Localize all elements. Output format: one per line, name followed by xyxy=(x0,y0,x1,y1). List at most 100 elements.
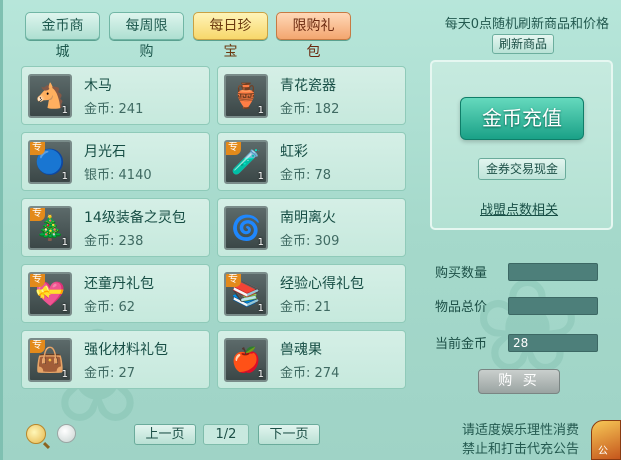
item-card[interactable]: 🎄 专 1 14级装备之灵包 金币: 238 xyxy=(21,198,210,257)
item-card[interactable]: 📚 专 1 经验心得礼包 金币: 21 xyxy=(217,264,406,323)
item-name: 青花瓷器 xyxy=(280,78,336,94)
page-indicator: 1/2 xyxy=(203,424,249,445)
item-slot: 🎄 专 1 xyxy=(28,206,72,250)
buy-quantity-field[interactable] xyxy=(508,263,598,281)
item-card[interactable]: 👜 专 1 强化材料礼包 金币: 27 xyxy=(21,330,210,389)
item-card[interactable]: 🌀 1 南明离火金币: 309 xyxy=(217,198,406,257)
item-slot: 📚 专 1 xyxy=(224,272,268,316)
tab-gold-mall[interactable]: 金币商城 xyxy=(25,12,100,60)
price-currency: 金币 xyxy=(280,366,307,381)
price-currency: 金币 xyxy=(280,300,307,315)
item-name: 月光石 xyxy=(84,144,126,160)
current-gold-field: 28 xyxy=(508,334,598,352)
announcement-emblem-label: 公 xyxy=(598,446,608,457)
item-name: 南明离火 xyxy=(280,210,336,226)
item-slot: 🐴 1 xyxy=(28,74,72,118)
magnifier-icon[interactable] xyxy=(26,424,46,444)
buy-button[interactable]: 购 买 xyxy=(478,369,560,394)
item-price: 金币: 78 xyxy=(280,164,331,183)
item-quantity: 1 xyxy=(61,369,68,380)
item-name: 经验心得礼包 xyxy=(280,276,364,292)
announcement-emblem-icon[interactable]: 公 xyxy=(591,420,621,460)
price-separator: : xyxy=(306,102,315,117)
shop-window: ❀ ❀ 金币商城 每周限购 每日珍宝 限购礼包 每天0点随机刷新商品和价格 刷新… xyxy=(0,0,621,460)
item-quantity: 1 xyxy=(257,237,264,248)
item-quantity: 1 xyxy=(257,105,264,116)
next-page-button[interactable]: 下一页 xyxy=(258,424,320,445)
prev-page-button[interactable]: 上一页 xyxy=(134,424,196,445)
exclusive-badge: 专 xyxy=(30,208,45,221)
item-quantity: 1 xyxy=(257,303,264,314)
price-separator: : xyxy=(306,168,315,183)
price-currency: 金币 xyxy=(280,102,307,117)
current-gold-label: 当前金币 xyxy=(435,337,488,352)
price-value: 62 xyxy=(118,300,136,315)
tab-daily-treasure[interactable]: 每日珍宝 xyxy=(193,12,268,60)
price-separator: : xyxy=(110,234,119,249)
price-value: 78 xyxy=(314,168,332,183)
item-name: 木马 xyxy=(84,78,112,94)
item-price: 金币: 21 xyxy=(280,296,331,315)
item-price: 金币: 182 xyxy=(280,98,339,117)
recharge-panel: 金币充值 金券交易现金 战盟点数相关 xyxy=(430,60,613,230)
item-card[interactable]: 🔵 专 1 月光石 银币: 4140 xyxy=(21,132,210,191)
anti-proxy-recharge-link[interactable]: 禁止和打击代充公告 xyxy=(462,438,579,457)
price-value: 274 xyxy=(314,366,340,381)
price-separator: : xyxy=(110,366,119,381)
item-price: 金币: 309 xyxy=(280,230,339,249)
price-currency: 银币 xyxy=(84,168,111,183)
item-price: 金币: 274 xyxy=(280,362,339,381)
exclusive-badge: 专 xyxy=(226,274,241,287)
item-quantity: 1 xyxy=(61,303,68,314)
item-card[interactable]: 🏺 1 青花瓷器金币: 182 xyxy=(217,66,406,125)
item-slot: 🔵 专 1 xyxy=(28,140,72,184)
item-quantity: 1 xyxy=(257,171,264,182)
price-value: 182 xyxy=(314,102,340,117)
price-separator: : xyxy=(110,300,119,315)
item-slot: 🏺 1 xyxy=(224,74,268,118)
price-currency: 金币 xyxy=(280,234,307,249)
refresh-notice: 每天0点随机刷新商品和价格 xyxy=(444,17,609,32)
buy-quantity-label: 购买数量 xyxy=(435,266,488,281)
item-card[interactable]: 🧪 专 1 虹彩 金币: 78 xyxy=(217,132,406,191)
item-name: 虹彩 xyxy=(280,144,308,160)
voucher-exchange-button[interactable]: 金券交易现金 xyxy=(478,158,566,180)
item-card[interactable]: 🍎 1 兽魂果金币: 274 xyxy=(217,330,406,389)
item-name: 兽魂果 xyxy=(280,342,322,358)
exclusive-badge: 专 xyxy=(30,142,45,155)
price-currency: 金币 xyxy=(280,168,307,183)
tab-weekly-limit[interactable]: 每周限购 xyxy=(109,12,184,60)
exclusive-badge: 专 xyxy=(30,340,45,353)
gold-recharge-button[interactable]: 金币充值 xyxy=(460,97,584,140)
item-slot: 👜 专 1 xyxy=(28,338,72,382)
price-value: 238 xyxy=(118,234,144,249)
item-quantity: 1 xyxy=(257,369,264,380)
price-separator: : xyxy=(306,300,315,315)
price-separator: : xyxy=(306,366,315,381)
item-price: 金币: 241 xyxy=(84,98,143,117)
total-price-label: 物品总价 xyxy=(435,300,488,315)
price-value: 27 xyxy=(118,366,136,381)
moderate-play-notice: 请适度娱乐理性消费 xyxy=(461,423,579,438)
item-quantity: 1 xyxy=(61,105,68,116)
item-price: 银币: 4140 xyxy=(84,164,152,183)
exclusive-badge: 专 xyxy=(226,142,241,155)
item-slot: 💝 专 1 xyxy=(28,272,72,316)
price-currency: 金币 xyxy=(84,234,111,249)
alliance-points-link[interactable]: 战盟点数相关 xyxy=(480,199,558,218)
item-slot: 🍎 1 xyxy=(224,338,268,382)
item-quantity: 1 xyxy=(61,237,68,248)
item-card[interactable]: 🐴 1 木马金币: 241 xyxy=(21,66,210,125)
price-value: 21 xyxy=(314,300,332,315)
item-quantity: 1 xyxy=(61,171,68,182)
tab-limited-pack[interactable]: 限购礼包 xyxy=(276,12,351,60)
toggle-dot-icon[interactable] xyxy=(57,424,76,443)
item-name: 14级装备之灵包 xyxy=(84,210,186,226)
price-separator: : xyxy=(306,234,315,249)
item-price: 金币: 27 xyxy=(84,362,135,381)
item-card[interactable]: 💝 专 1 还童丹礼包 金币: 62 xyxy=(21,264,210,323)
exclusive-badge: 专 xyxy=(30,274,45,287)
item-slot: 🌀 1 xyxy=(224,206,268,250)
refresh-goods-button[interactable]: 刷新商品 xyxy=(491,34,554,54)
price-currency: 金币 xyxy=(84,102,111,117)
